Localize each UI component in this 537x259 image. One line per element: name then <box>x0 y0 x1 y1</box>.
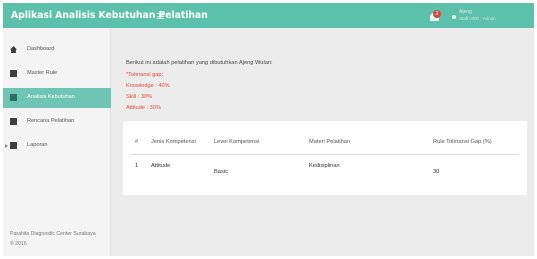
sidebar-item-master-rule[interactable]: Master Rule <box>3 64 111 84</box>
document-icon <box>10 70 17 77</box>
chart-icon <box>10 94 17 101</box>
notification-bell-icon[interactable]: 2 <box>429 10 442 23</box>
table-cell-jenis: Attitude <box>151 163 171 169</box>
column-header-jenis: Jenis Kompetensi <box>151 139 196 145</box>
table-cell-gap: 30 <box>433 169 440 175</box>
sidebar-item-label: Laporan <box>27 142 48 148</box>
main-content: Berikut ini adalah pelatihan yang dibutu… <box>111 28 534 256</box>
column-header-materi: Materi Pelatihan <box>309 139 351 145</box>
top-bar: Aplikasi Analisis Kebutuhan Pelatihan 2 … <box>3 3 534 28</box>
user-menu[interactable]: Ajeng Staff HRD · Admin <box>452 9 532 23</box>
table-cell-level: Basic <box>214 169 228 175</box>
tolerance-skill: Skill : 30% <box>126 94 153 100</box>
intro-text: Berikut ini adalah pelatihan yang dibutu… <box>126 60 273 66</box>
sidebar-item-label: Analisis Kebutuhan <box>27 94 75 100</box>
tolerance-attitude: Attitude : 30% <box>126 105 161 111</box>
menu-toggle-icon[interactable] <box>157 13 164 19</box>
sidebar: Dashboard Master Rule Analisis Kebutuhan… <box>3 28 111 256</box>
footer-organization: Parahita Diagnostic Center Surabaya <box>10 231 96 237</box>
column-header-level: Level Kompetensi <box>214 139 260 145</box>
table-cell-number: 1 <box>135 163 139 169</box>
user-role: Staff HRD · Admin <box>459 16 496 21</box>
sidebar-item-laporan[interactable]: Laporan <box>3 136 111 156</box>
report-icon <box>10 142 17 149</box>
column-header-number: # <box>135 139 139 145</box>
sidebar-item-analisis-kebutuhan[interactable]: Analisis Kebutuhan <box>3 88 111 108</box>
home-icon <box>10 46 17 53</box>
table-cell-materi: Kedisiplinan <box>309 163 340 169</box>
chevron-right-icon <box>5 144 8 148</box>
sidebar-item-label: Dashboard <box>27 46 55 52</box>
header-divider <box>131 154 519 155</box>
user-icon <box>452 15 456 19</box>
sidebar-item-label: Master Rule <box>27 70 58 76</box>
app-frame: Aplikasi Analisis Kebutuhan Pelatihan 2 … <box>3 3 534 256</box>
column-header-gap: Rule Toleransi Gap (%) <box>433 139 492 145</box>
tolerance-heading: *Toleransi gap: <box>126 72 164 78</box>
app-title[interactable]: Aplikasi Analisis Kebutuhan Pelatihan <box>11 10 208 21</box>
sidebar-item-rencana-pelatihan[interactable]: Rencana Pelatihan <box>3 112 111 132</box>
footer-copyright: © 2016 <box>10 241 27 247</box>
user-name: Ajeng <box>459 9 472 15</box>
sidebar-item-label: Rencana Pelatihan <box>27 118 75 124</box>
sidebar-item-dashboard[interactable]: Dashboard <box>3 40 111 60</box>
clipboard-icon <box>10 118 17 125</box>
sidebar-footer: Parahita Diagnostic Center Surabaya © 20… <box>10 229 96 249</box>
notification-badge: 2 <box>433 10 441 18</box>
training-table: # Jenis Kompetensi Level Kompetensi Mate… <box>123 121 527 195</box>
tolerance-knowledge: Knowledge : 40% <box>126 83 170 89</box>
